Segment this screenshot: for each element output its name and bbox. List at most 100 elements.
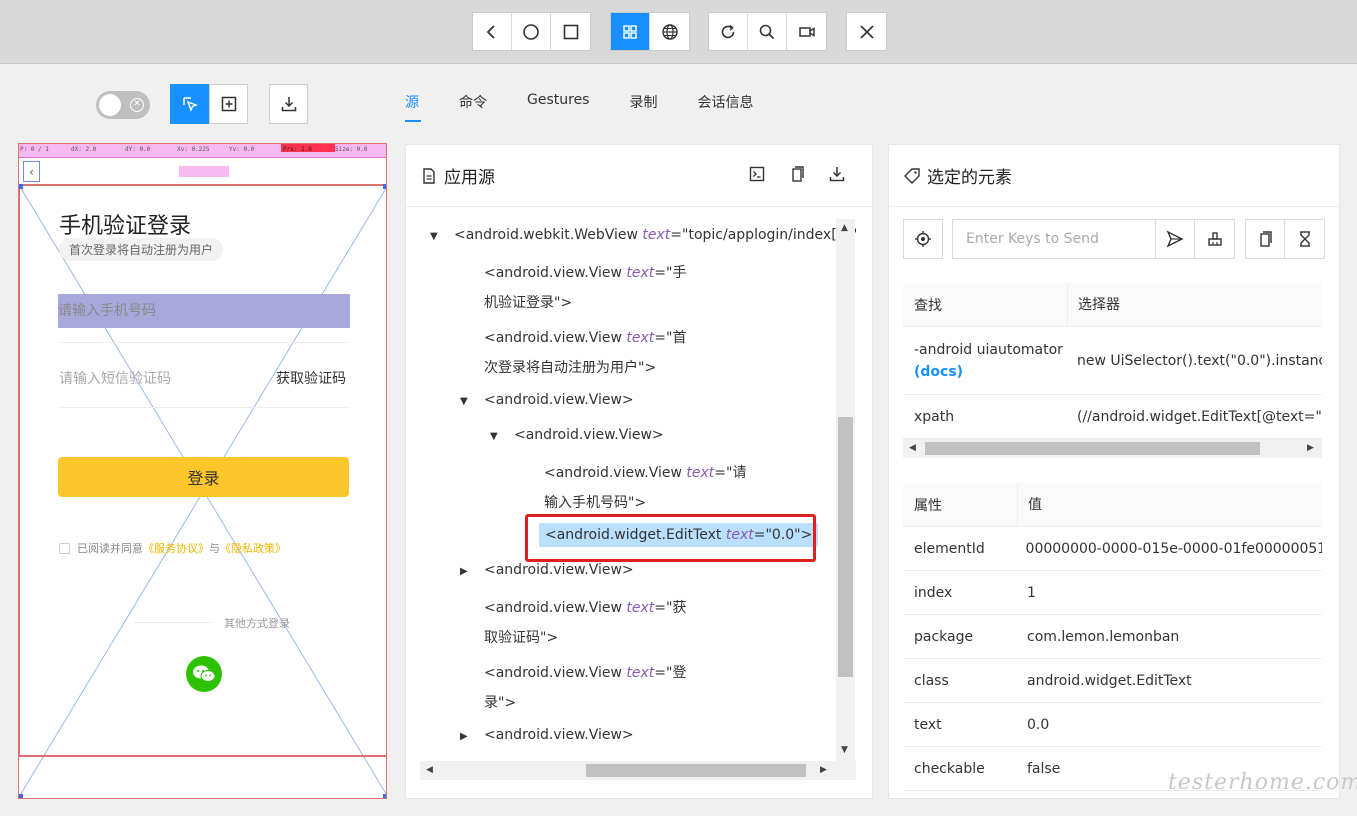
- divider: [19, 756, 386, 757]
- scroll-thumb[interactable]: [925, 442, 1260, 455]
- scroll-left-arrow-icon[interactable]: ◀: [426, 765, 433, 775]
- quit-group: [846, 12, 887, 51]
- screenshot-toggle[interactable]: ✕: [96, 91, 150, 119]
- wechat-icon: [193, 665, 216, 682]
- clear-button[interactable]: [1195, 219, 1235, 259]
- wechat-login-button[interactable]: [186, 656, 222, 692]
- web-mode-button[interactable]: [650, 13, 689, 50]
- top-toolbar: [0, 0, 1357, 64]
- scroll-up-arrow-icon[interactable]: ▲: [841, 223, 848, 233]
- search-icon: [759, 24, 775, 39]
- tree-node[interactable]: <android.view.View text="获: [484, 597, 686, 617]
- tab-session-info[interactable]: 会话信息: [697, 92, 753, 122]
- status-item: dY: 0.0: [125, 146, 151, 153]
- caret-right-icon[interactable]: ▶: [460, 731, 468, 742]
- phone-back-icon[interactable]: ‹: [23, 161, 40, 182]
- login-subtitle: 首次登录将自动注册为用户: [59, 238, 224, 261]
- selected-element-panel: 选定的元素 Enter Keys to Send 查找 选择器 -android…: [888, 144, 1340, 799]
- send-keys-input[interactable]: Enter Keys to Send: [952, 219, 1155, 259]
- context-group: [610, 12, 690, 51]
- privacy-policy-link[interactable]: 《隐私政策》: [220, 540, 286, 556]
- copy-attributes-button[interactable]: [1245, 219, 1285, 259]
- plus-square-icon: [221, 96, 236, 112]
- column-header: 属性: [914, 497, 942, 514]
- table-row[interactable]: -android uiautomator (docs) new UiSelecto…: [903, 327, 1322, 395]
- record-button[interactable]: [787, 13, 826, 50]
- tree-node[interactable]: <android.view.View text="首: [484, 327, 686, 347]
- caret-down-icon[interactable]: ▼: [490, 431, 498, 442]
- tree-node[interactable]: <android.webkit.WebView text="topic/appl…: [454, 227, 856, 243]
- timing-button[interactable]: [1285, 219, 1325, 259]
- table-row[interactable]: xpath (//android.widget.EditText[@text="…: [903, 395, 1322, 439]
- send-icon: [1166, 230, 1184, 248]
- tree-node[interactable]: <android.view.View>: [484, 562, 634, 578]
- device-screenshot[interactable]: P: 0 / 1 dX: 2.0 dY: 0.0 Xv: 0.225 Yv: 0…: [18, 143, 387, 799]
- download-screenshot-button[interactable]: [269, 84, 308, 124]
- service-agreement-link[interactable]: 《服务协议》: [143, 540, 209, 556]
- tab-recorder[interactable]: 录制: [629, 92, 657, 122]
- tree-node[interactable]: <android.view.View text="登: [484, 662, 686, 682]
- globe-icon: [661, 23, 678, 40]
- tap-element-button[interactable]: [903, 219, 943, 259]
- corner-handle: [19, 184, 23, 189]
- tab-gestures[interactable]: Gestures: [527, 92, 589, 122]
- source-tree: ▼ <android.webkit.WebView text="topic/ap…: [420, 219, 856, 781]
- source-panel-title: 应用源: [444, 168, 495, 188]
- scroll-right-arrow-icon[interactable]: ▶: [820, 765, 827, 775]
- download-icon: [829, 167, 845, 182]
- selector-horizontal-scrollbar[interactable]: ◀ ▶: [903, 439, 1322, 458]
- tab-commands[interactable]: 命令: [459, 92, 487, 122]
- agreement-checkbox[interactable]: [59, 542, 70, 554]
- status-item: Size: 0.0: [335, 146, 368, 153]
- caret-down-icon[interactable]: ▼: [430, 231, 438, 242]
- corner-handle: [383, 794, 386, 798]
- sms-code-input[interactable]: 请输入短信验证码: [59, 368, 171, 388]
- close-circle-icon: ✕: [130, 98, 144, 112]
- tree-node[interactable]: <android.view.View text="手: [484, 262, 686, 282]
- table-header: 查找 选择器: [903, 282, 1322, 327]
- select-elements-button[interactable]: [170, 84, 209, 124]
- copy-source-button[interactable]: [777, 165, 817, 183]
- agreement-and: 与: [209, 542, 220, 555]
- table-row: elementId 00000000-0000-015e-0000-01fe000…: [903, 527, 1322, 571]
- home-button[interactable]: [512, 13, 551, 50]
- download-source-button[interactable]: [817, 165, 857, 183]
- caret-down-icon[interactable]: ▼: [460, 396, 468, 407]
- video-camera-icon: [798, 26, 815, 37]
- get-code-button[interactable]: 获取验证码: [276, 368, 346, 388]
- login-button[interactable]: 登录: [58, 457, 349, 497]
- tap-coordinates-button[interactable]: [209, 84, 248, 124]
- inspector-tabs: 源 命令 Gestures 录制 会话信息: [405, 92, 793, 122]
- file-icon: [423, 167, 435, 184]
- scroll-right-arrow-icon[interactable]: ▶: [1307, 443, 1314, 453]
- column-header: 查找: [914, 297, 942, 314]
- tree-node[interactable]: <android.view.View text="请: [544, 462, 746, 482]
- circle-icon: [523, 23, 539, 40]
- source-panel-actions: [737, 165, 857, 183]
- corner-handle: [383, 184, 386, 189]
- search-element-button[interactable]: [748, 13, 787, 50]
- native-app-mode-button[interactable]: [611, 13, 650, 50]
- source-horizontal-scrollbar[interactable]: ◀ ▶: [420, 761, 856, 780]
- quit-session-button[interactable]: [847, 13, 886, 50]
- scroll-thumb[interactable]: [838, 417, 853, 677]
- back-button[interactable]: [473, 13, 512, 50]
- app-switch-button[interactable]: [551, 13, 590, 50]
- scroll-thumb[interactable]: [586, 764, 806, 777]
- scroll-left-arrow-icon[interactable]: ◀: [909, 443, 916, 453]
- caret-right-icon[interactable]: ▶: [460, 566, 468, 577]
- tree-node[interactable]: <android.view.View>: [484, 392, 634, 408]
- tab-source[interactable]: 源: [405, 92, 421, 122]
- selector-value[interactable]: (//android.widget.EditText[@text="0.0"])…: [1067, 409, 1322, 425]
- tree-node[interactable]: <android.view.View>: [514, 427, 664, 443]
- phone-number-input[interactable]: 请输入手机号码: [58, 294, 350, 328]
- selector-value[interactable]: new UiSelector().text("0.0").instance(0): [1067, 353, 1322, 369]
- refresh-button[interactable]: [709, 13, 748, 50]
- scroll-down-arrow-icon[interactable]: ▼: [841, 745, 848, 755]
- toggle-attributes-button[interactable]: [737, 165, 777, 183]
- send-keys-button[interactable]: [1155, 219, 1195, 259]
- source-vertical-scrollbar[interactable]: ▲ ▼: [836, 219, 855, 761]
- tree-node[interactable]: <android.view.View>: [484, 727, 634, 743]
- docs-link[interactable]: (docs): [914, 364, 963, 380]
- watermark: testerhome.com: [1168, 770, 1357, 795]
